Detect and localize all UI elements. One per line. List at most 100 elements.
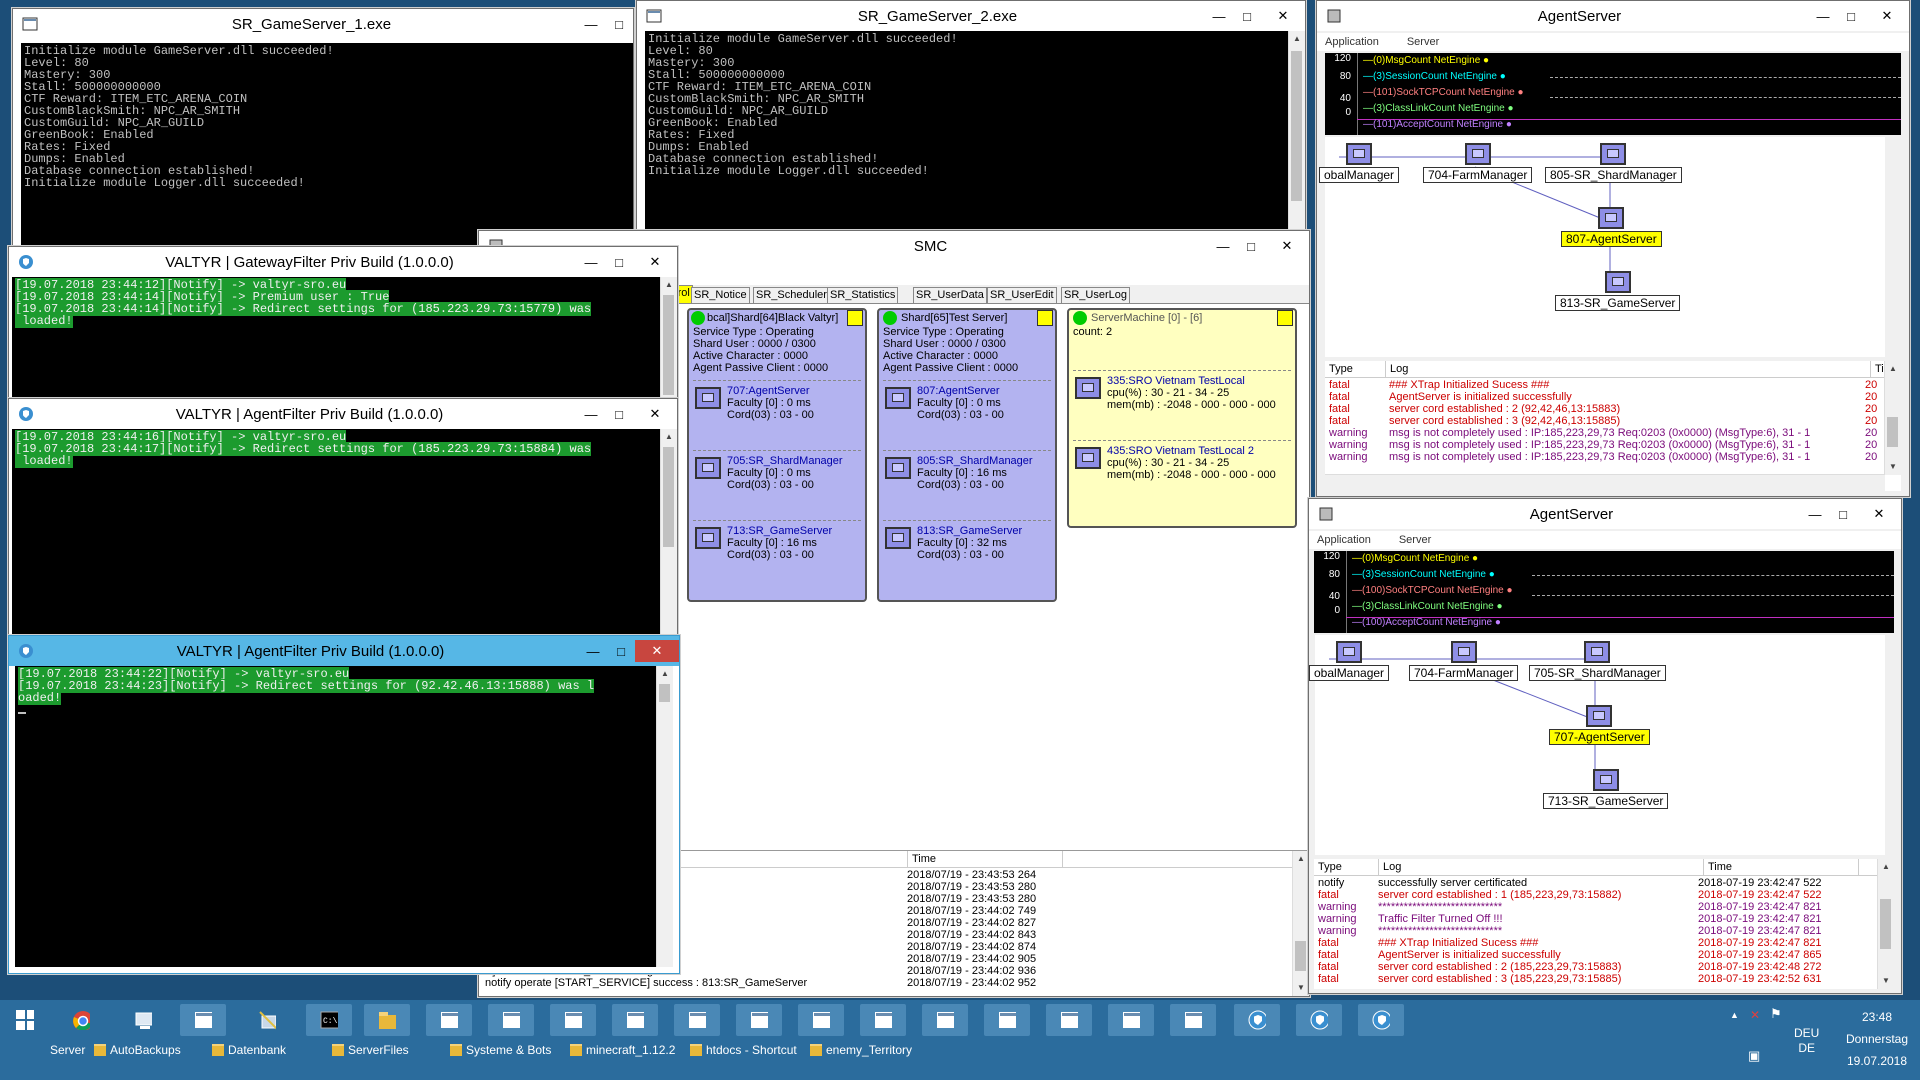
log-row[interactable]: fatal server cord established : 1 (185,22… <box>1314 889 1878 901</box>
log-row[interactable]: warning msg is not completely used : IP:1… <box>1325 439 1885 451</box>
minimize-button[interactable]: ― <box>1809 5 1837 27</box>
quicklink-minecraft[interactable]: minecraft_1.12.2 <box>570 1043 675 1057</box>
scrollbar[interactable]: ▲ <box>660 277 677 407</box>
tab-sr-userdata[interactable]: SR_UserData <box>913 287 987 303</box>
start-button[interactable] <box>2 1004 46 1036</box>
gameserver1-titlebar[interactable]: SR_GameServer_1.exe ― □ <box>13 9 633 39</box>
machine-entry[interactable]: 335:SRO Vietnam TestLocal cpu(%) : 30 - 2… <box>1073 370 1291 429</box>
server-entry[interactable]: 707:AgentServer Faculty [0] : 0 ms Cord(03… <box>693 380 861 439</box>
gameserver1-window[interactable]: SR_GameServer_1.exe ― □ Initialize modul… <box>12 8 634 260</box>
quicklink-systeme-bots[interactable]: Systeme & Bots <box>450 1043 551 1057</box>
topology-node[interactable]: 704-FarmManager <box>1409 641 1519 681</box>
minimize-button[interactable]: ― <box>1205 5 1233 27</box>
server-entry[interactable]: 713:SR_GameServer Faculty [0] : 16 ms Cord… <box>693 520 861 579</box>
topology-node[interactable]: 805-SR_ShardManager <box>1545 143 1682 183</box>
taskbar-tools[interactable] <box>244 1004 290 1036</box>
taskbar-app[interactable] <box>1170 1004 1216 1036</box>
scroll-down-icon[interactable]: ▼ <box>1885 459 1901 475</box>
tab-sr-useredit[interactable]: SR_UserEdit <box>987 287 1057 303</box>
minimize-button[interactable]: ― <box>577 403 605 425</box>
log-row[interactable]: warning ***************************** 2018… <box>1314 901 1878 913</box>
scroll-thumb[interactable] <box>1295 941 1306 971</box>
gameserver2-titlebar[interactable]: SR_GameServer_2.exe ― □ ✕ <box>637 1 1305 31</box>
agentserver2-log[interactable]: Type Log Time notify successfully server ce… <box>1314 859 1894 989</box>
scroll-up-icon[interactable]: ▲ <box>1885 361 1901 377</box>
language-indicator[interactable]: DEU DE <box>1794 1026 1819 1056</box>
agentfilter2-console[interactable]: [19.07.2018 23:44:22][Notify] -> valtyr-… <box>15 666 657 967</box>
close-button[interactable]: ✕ <box>1265 235 1309 257</box>
horizontal-scrollbar[interactable] <box>1325 474 1885 491</box>
scroll-down-icon[interactable]: ▼ <box>1878 973 1894 989</box>
taskbar-app[interactable] <box>922 1004 968 1036</box>
quicklink-serverfiles[interactable]: ServerFiles <box>332 1043 409 1057</box>
close-button[interactable]: ✕ <box>1261 5 1305 27</box>
scroll-thumb[interactable] <box>659 684 670 702</box>
time-column-header[interactable]: Time <box>1704 859 1859 875</box>
close-button[interactable]: ✕ <box>1857 503 1901 525</box>
topology-node[interactable]: obalManager <box>1319 143 1400 183</box>
log-column-header[interactable]: Log <box>1379 859 1704 875</box>
scroll-up-icon[interactable]: ▲ <box>1293 851 1309 867</box>
log-row[interactable]: warning msg is not completely used : IP:1… <box>1325 451 1885 463</box>
agentserver1-window[interactable]: AgentServer ― □ ✕ Application Server 120 … <box>1316 0 1910 497</box>
maximize-button[interactable]: □ <box>1829 503 1857 525</box>
scroll-up-icon[interactable]: ▲ <box>1289 31 1305 47</box>
scrollbar[interactable]: ▲ ▼ <box>1884 361 1901 475</box>
taskbar-app[interactable] <box>860 1004 906 1036</box>
log-row[interactable]: fatal server cord established : 2 (185,22… <box>1314 961 1878 973</box>
log-row[interactable]: warning ***************************** 2018… <box>1314 925 1878 937</box>
topology-node[interactable]: 807-AgentServer <box>1561 207 1662 247</box>
taskbar-app[interactable] <box>488 1004 534 1036</box>
quicklink-autobackups[interactable]: AutoBackups <box>94 1043 181 1057</box>
menu-server[interactable]: Server <box>1399 534 1431 546</box>
agentserver1-log[interactable]: Type Log Ti fatal ### XTrap Initialized Suc… <box>1325 361 1901 491</box>
taskbar-chrome[interactable] <box>58 1004 104 1036</box>
log-row[interactable]: fatal ### XTrap Initialized Sucess ### 20 <box>1325 379 1885 391</box>
minimize-button[interactable]: ― <box>1209 235 1237 257</box>
quicklink-htdocs[interactable]: htdocs - Shortcut <box>690 1043 797 1057</box>
taskbar-app[interactable] <box>426 1004 472 1036</box>
taskbar-app[interactable] <box>1046 1004 1092 1036</box>
scroll-thumb[interactable] <box>1880 899 1891 949</box>
scrollbar[interactable]: ▲ ▼ <box>1877 859 1894 989</box>
menu-server[interactable]: Server <box>1407 36 1439 48</box>
minimize-button[interactable]: ― <box>1801 503 1829 525</box>
taskbar-app[interactable] <box>612 1004 658 1036</box>
quicklink-server[interactable]: Server <box>50 1043 85 1057</box>
log-row[interactable]: notify operate [START_SERVICE] success :… <box>479 977 1293 989</box>
scroll-thumb[interactable] <box>1887 417 1898 447</box>
agentfilter2-titlebar[interactable]: VALTYR | AgentFilter Priv Build (1.0.0.0… <box>9 636 679 666</box>
tab-sr-notice[interactable]: SR_Notice <box>691 287 750 303</box>
scroll-thumb[interactable] <box>1291 51 1302 201</box>
tab-sr-userlog[interactable]: SR_UserLog <box>1061 287 1130 303</box>
close-button[interactable]: ✕ <box>1865 5 1909 27</box>
shard-card-64[interactable]: bcal]Shard[64]Black Valtyr] Service Type… <box>687 308 867 602</box>
gatewayfilter-titlebar[interactable]: VALTYR | GatewayFilter Priv Build (1.0.0… <box>9 247 677 277</box>
server-entry[interactable]: 807:AgentServer Faculty [0] : 0 ms Cord(03… <box>883 380 1051 439</box>
agentfilter1-console[interactable]: [19.07.2018 23:44:16][Notify] -> valtyr-… <box>12 429 661 639</box>
menu-application[interactable]: Application <box>1325 36 1379 48</box>
network-icon[interactable]: ✕ <box>1750 1008 1760 1022</box>
taskbar-filter[interactable] <box>1358 1004 1404 1036</box>
quicklink-datenbank[interactable]: Datenbank <box>212 1043 286 1057</box>
topology-node[interactable]: 813-SR_GameServer <box>1555 271 1681 311</box>
agentserver1-titlebar[interactable]: AgentServer ― □ ✕ <box>1317 1 1909 31</box>
log-column-header[interactable]: Log <box>1386 361 1871 377</box>
card-flag-icon[interactable] <box>847 310 863 326</box>
scroll-down-icon[interactable]: ▼ <box>1293 980 1309 996</box>
time-column-header[interactable]: Time <box>908 851 1063 867</box>
log-row[interactable]: fatal AgentServer is initialized successf… <box>1314 949 1878 961</box>
taskbar-explorer[interactable] <box>364 1004 410 1036</box>
scroll-up-icon[interactable]: ▲ <box>661 429 677 445</box>
log-row[interactable]: fatal server cord established : 2 (92,42,… <box>1325 403 1885 415</box>
type-column-header[interactable]: Type <box>1314 859 1379 875</box>
server-entry[interactable]: 813:SR_GameServer Faculty [0] : 32 ms Cord… <box>883 520 1051 579</box>
maximize-button[interactable]: □ <box>605 403 633 425</box>
maximize-button[interactable]: □ <box>607 640 635 662</box>
taskbar-app[interactable] <box>674 1004 720 1036</box>
topology-node[interactable]: 713-SR_GameServer <box>1543 769 1669 809</box>
machine-entry[interactable]: 435:SRO Vietnam TestLocal 2 cpu(%) : 30 -… <box>1073 440 1291 499</box>
gameserver2-console[interactable]: Initialize module GameServer.dll succeed… <box>645 31 1289 241</box>
scroll-thumb[interactable] <box>663 447 674 547</box>
taskbar-app[interactable] <box>798 1004 844 1036</box>
